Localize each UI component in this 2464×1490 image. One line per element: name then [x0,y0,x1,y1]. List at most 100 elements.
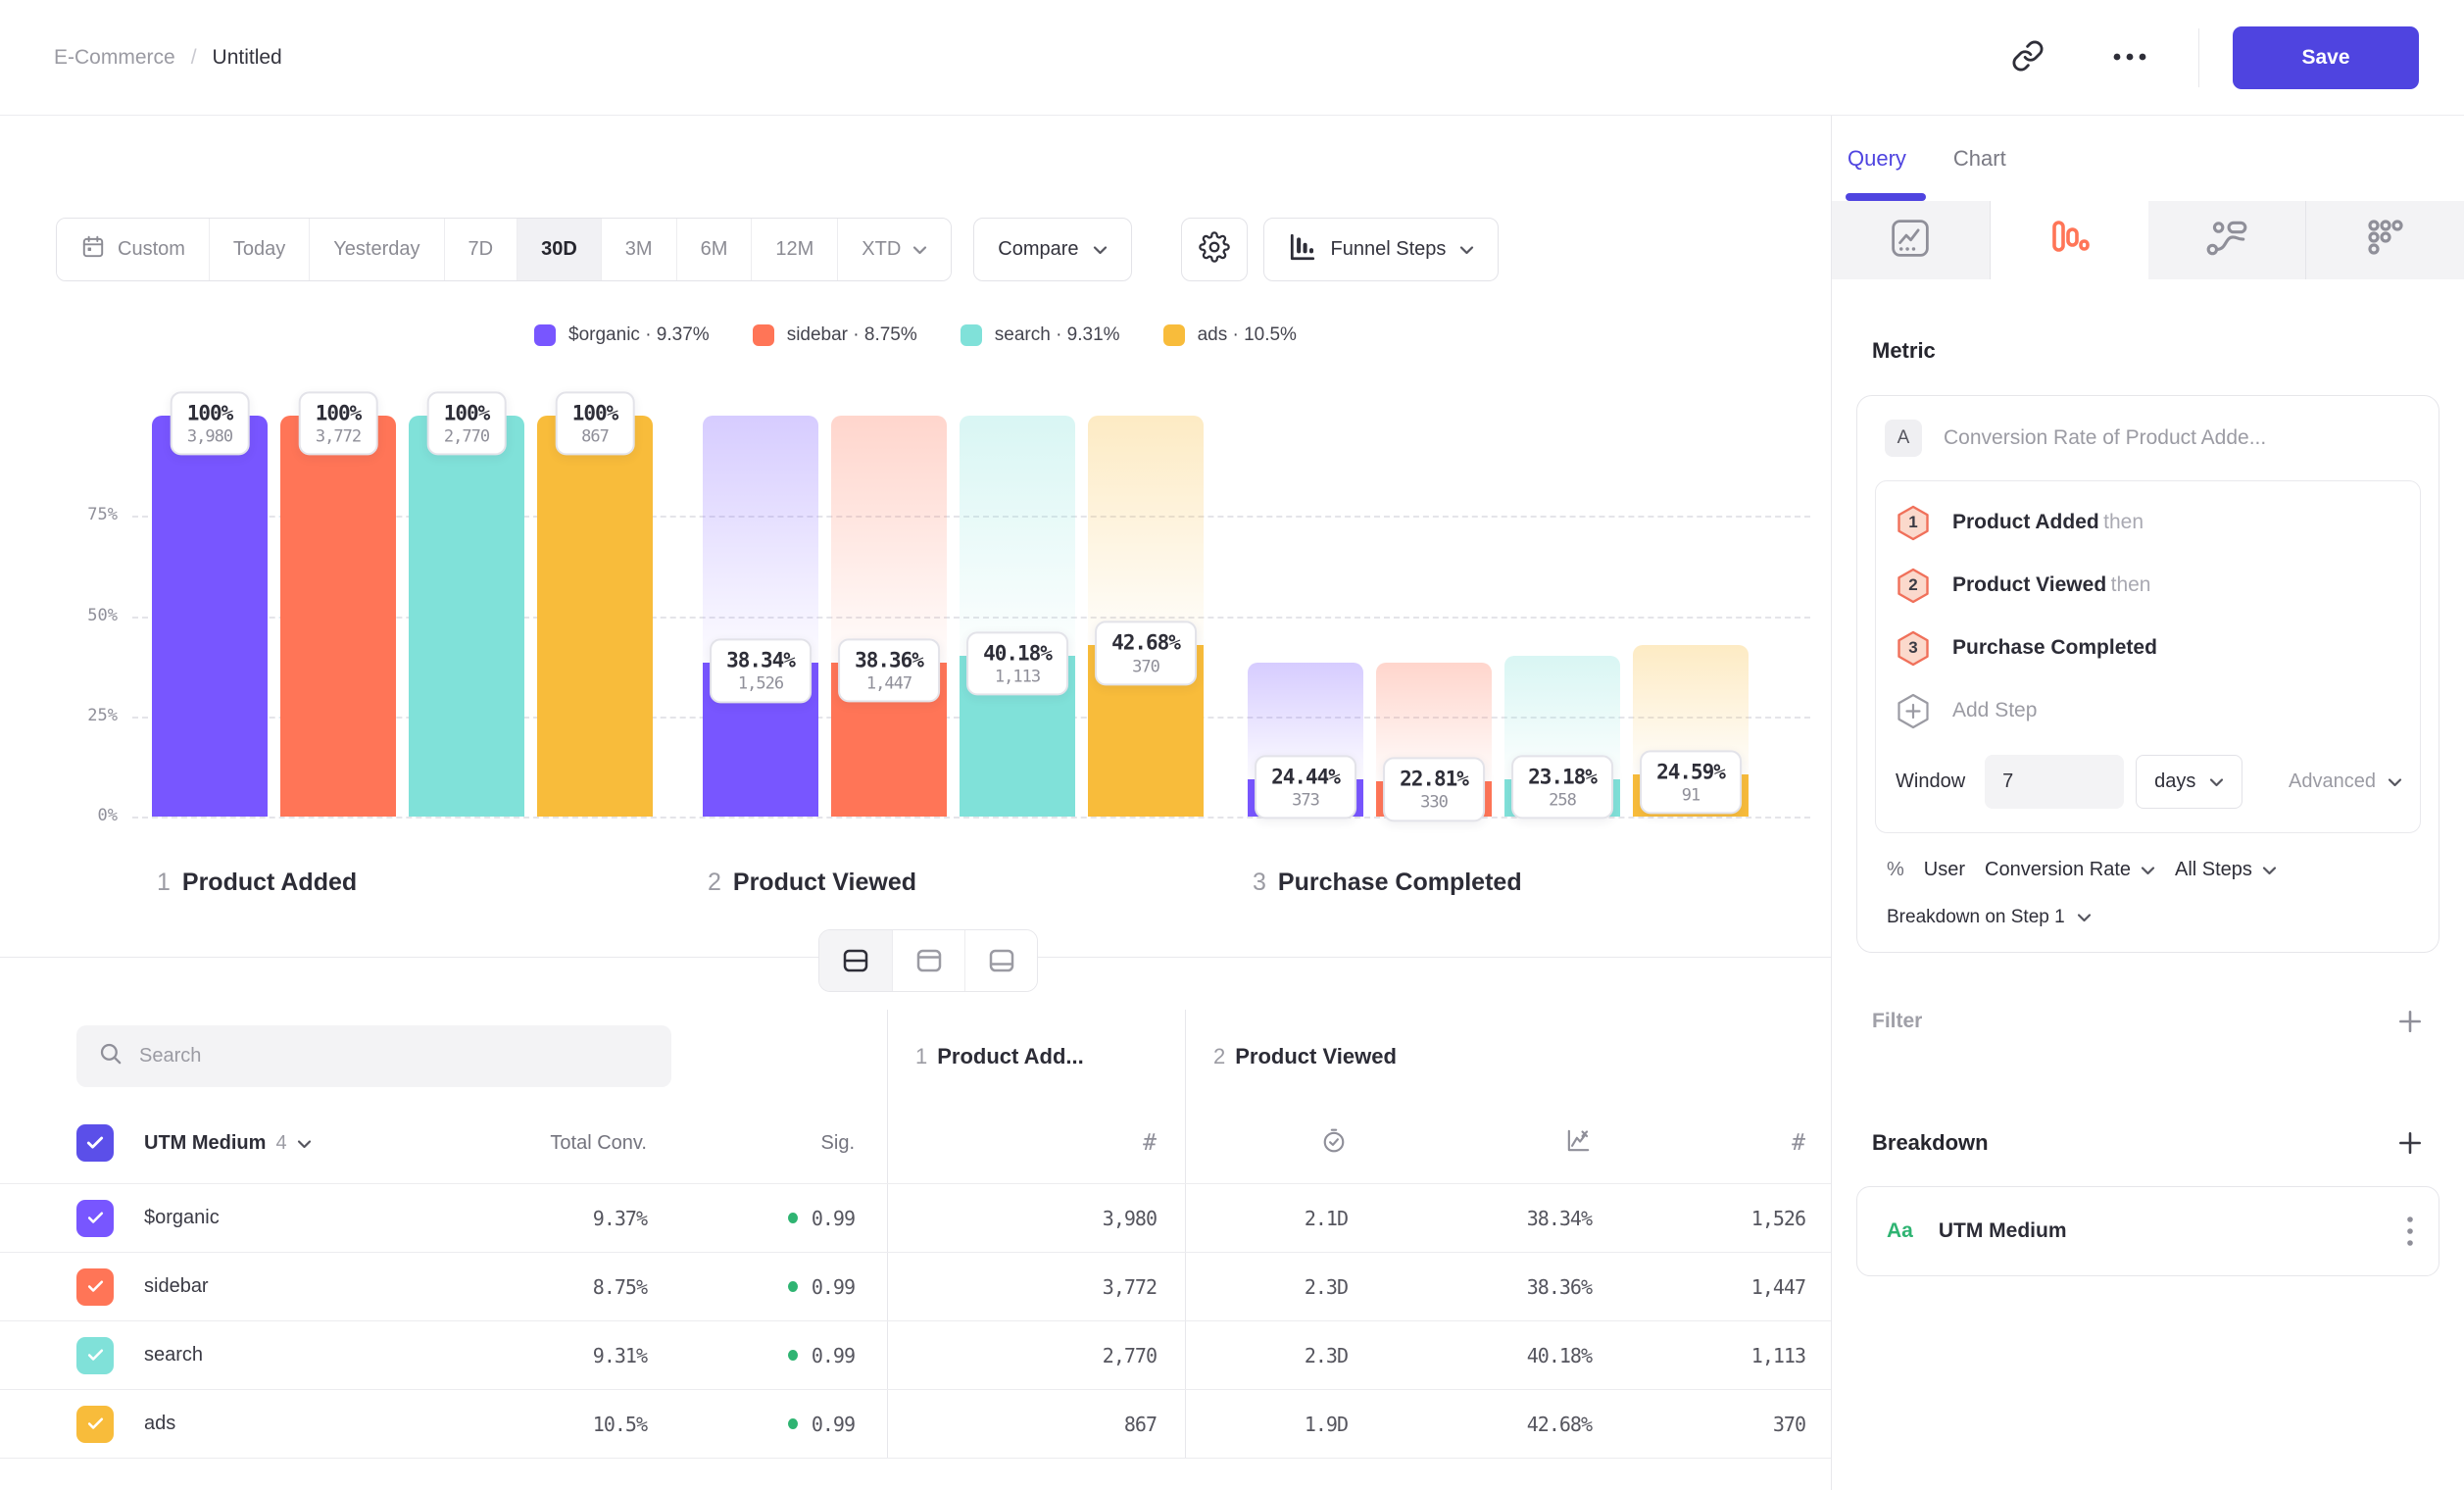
date-range-3m[interactable]: 3M [601,219,676,280]
tab-query[interactable]: Query [1848,146,1906,172]
funnel-bar-organic-step1[interactable] [152,416,268,817]
breakdown-item-menu[interactable] [2405,1215,2415,1248]
date-range-7d[interactable]: 7D [444,219,517,280]
add-step-button[interactable]: Add Step [1876,679,2420,742]
select-all-checkbox[interactable] [76,1124,114,1162]
measure-metric-select[interactable]: Conversion Rate [1985,859,2155,881]
funnel-bar-dropoff[interactable] [831,416,947,663]
search-input[interactable] [139,1045,650,1068]
chart-settings-button[interactable] [1181,218,1248,281]
bar-value-label: 42.68%370 [1095,621,1197,685]
legend-item-organic[interactable]: $organic · 9.37% [534,324,710,346]
measure-scope-select[interactable]: All Steps [2175,859,2277,881]
sig-value: 0.99 [647,1321,887,1389]
legend-item-sidebar[interactable]: sidebar · 8.75% [753,324,917,346]
funnel-bar-search-step1[interactable] [409,416,524,817]
step2-count: 370 [1620,1390,1831,1458]
y-axis-tick: 75% [34,505,118,524]
tab-retention[interactable] [2306,201,2464,279]
count-metric-icon[interactable]: # [1143,1130,1157,1156]
row-checkbox[interactable] [76,1337,114,1374]
table-only-view-button[interactable] [964,930,1037,991]
chart-type-label: Funnel Steps [1331,238,1447,261]
breakdown-on-step-select[interactable]: Breakdown on Step 1 [1875,881,2421,938]
date-range-yesterday[interactable]: Yesterday [309,219,443,280]
funnel-bar-dropoff[interactable] [960,416,1075,656]
top-bar: E-Commerce / Untitled Save [0,0,2464,116]
add-filter-button[interactable] [2396,1008,2424,1035]
funnel-bar-dropoff[interactable] [703,416,818,663]
funnel-chart: 0%25%50%75%100%3,980100%3,772100%2,77010… [0,371,1831,958]
table-row-sidebar: sidebar 8.75% 0.99 3,772 2.3D 38.36% 1,4… [0,1253,1831,1321]
funnel-bar-sidebar-step1[interactable] [280,416,396,817]
filter-section: Filter [1872,1008,2424,1035]
count-metric-icon[interactable]: # [1792,1130,1805,1156]
query-step-1[interactable]: 1Product Added then [1876,491,2420,554]
bar-value-label: 24.59%91 [1640,750,1742,814]
active-tab-underline [1846,193,1926,201]
date-range-12m[interactable]: 12M [751,219,837,280]
date-range-30d[interactable]: 30D [517,219,601,280]
group-column-header[interactable]: UTM Medium 4 [127,1132,461,1155]
bar-value-label: 40.18%1,113 [966,631,1068,695]
bar-value-label: 22.81%330 [1383,758,1485,821]
breakdown-section: Breakdown [1872,1129,2424,1157]
chart-toolbar: CustomTodayYesterday7D30D3M6M12MXTD Comp… [56,218,1499,281]
row-checkbox[interactable] [76,1268,114,1306]
significance-dot [788,1281,798,1292]
sig-value: 0.99 [647,1184,887,1252]
compare-button[interactable]: Compare [973,218,1131,281]
breadcrumb-project[interactable]: E-Commerce [54,46,175,70]
calendar-icon [80,234,106,266]
row-checkbox[interactable] [76,1406,114,1443]
step-number: 2 [1213,1044,1225,1068]
sig-header[interactable]: Sig. [647,1103,887,1183]
chart-only-view-button[interactable] [892,930,964,991]
date-range-xtd[interactable]: XTD [837,219,951,280]
breakdown-item[interactable]: Aa UTM Medium [1856,1186,2439,1276]
split-view-button[interactable] [819,930,892,991]
topbar-actions: Save [2002,26,2419,89]
retention-dots-icon [2364,217,2407,265]
funnel-bar-dropoff[interactable] [1088,416,1204,645]
conversion-rate-icon[interactable] [1564,1127,1592,1160]
advanced-toggle[interactable]: Advanced [2289,770,2402,793]
total-conv-header[interactable]: Total Conv. [461,1103,647,1183]
breadcrumb-separator: / [191,46,197,70]
measure-entity[interactable]: User [1924,859,1965,881]
chevron-down-icon [2388,770,2402,793]
legend-item-search[interactable]: search · 9.31% [961,324,1120,346]
breadcrumb: E-Commerce / Untitled [54,46,282,70]
date-range-6m[interactable]: 6M [676,219,752,280]
query-step-2[interactable]: 2Product Viewed then [1876,554,2420,617]
step-number-hexagon: 2 [1896,568,1931,604]
save-button[interactable]: Save [2233,26,2419,89]
more-options-button[interactable] [2104,32,2155,83]
copy-link-button[interactable] [2002,32,2053,83]
row-checkbox[interactable] [76,1200,114,1237]
legend-item-ads[interactable]: ads · 10.5% [1163,324,1297,346]
table-search[interactable] [76,1025,671,1087]
significance-dot [788,1350,798,1361]
query-step-3[interactable]: 3Purchase Completed [1876,617,2420,679]
tab-chart[interactable]: Chart [1953,146,2006,172]
time-to-convert-icon[interactable] [1320,1127,1348,1160]
window-unit-select[interactable]: days [2136,755,2242,809]
window-value-input[interactable] [1985,755,2124,809]
tab-insights[interactable] [1832,201,1991,279]
date-range-today[interactable]: Today [209,219,309,280]
legend-swatch [534,324,556,346]
add-breakdown-button[interactable] [2396,1129,2424,1157]
total-conv-value: 8.75% [461,1253,647,1320]
funnel-bar-ads-step1[interactable] [537,416,653,817]
bar-value-label: 23.18%258 [1511,755,1613,819]
bar-value-label: 100%3,980 [171,391,250,455]
chart-type-selector[interactable]: Funnel Steps [1263,218,1500,281]
date-range-custom[interactable]: Custom [57,219,209,280]
breadcrumb-report-name[interactable]: Untitled [213,46,282,70]
breakdown-section-title: Breakdown [1872,1130,1989,1156]
metric-title-row[interactable]: A Conversion Rate of Product Adde... [1875,420,2421,480]
tab-flows[interactable] [2148,201,2307,279]
step2-conv: 38.36% [1376,1253,1620,1320]
tab-funnels[interactable] [1991,201,2148,279]
